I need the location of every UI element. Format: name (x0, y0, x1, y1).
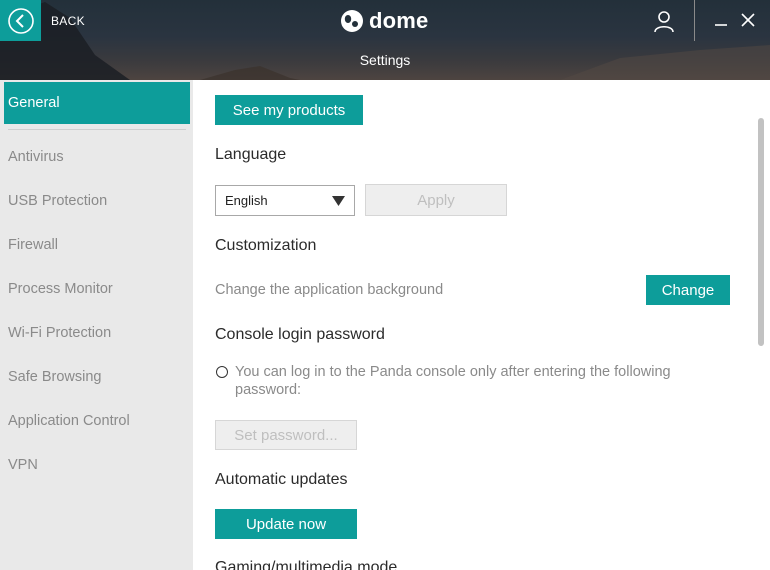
app-header: BACK dome Settings (0, 0, 770, 80)
content-scrollbar-thumb[interactable] (758, 118, 764, 346)
sidebar-item-usb-protection[interactable]: USB Protection (4, 180, 190, 222)
sidebar-divider (8, 129, 186, 130)
apply-language-button[interactable]: Apply (365, 184, 507, 216)
sidebar-item-firewall[interactable]: Firewall (4, 224, 190, 266)
console-password-radio[interactable] (216, 366, 228, 378)
console-password-section-title: Console login password (215, 326, 385, 343)
window-controls-divider (694, 0, 695, 41)
logo-text: dome (369, 8, 429, 33)
user-account-icon[interactable] (652, 9, 676, 33)
minimize-icon[interactable] (712, 10, 730, 30)
sidebar-item-wifi-protection[interactable]: Wi-Fi Protection (4, 312, 190, 354)
page-title: Settings (359, 52, 411, 68)
sidebar-item-process-monitor[interactable]: Process Monitor (4, 268, 190, 310)
settings-content-panel: See my products Language English Apply C… (193, 80, 752, 570)
update-now-button[interactable]: Update now (215, 509, 357, 539)
settings-sidebar: General Antivirus USB Protection Firewal… (0, 80, 193, 570)
language-select[interactable]: English (215, 185, 355, 216)
language-section-title: Language (215, 146, 287, 163)
automatic-updates-section-title: Automatic updates (215, 471, 348, 488)
change-background-label: Change the application background (215, 282, 444, 298)
sidebar-item-vpn[interactable]: VPN (4, 444, 190, 486)
see-my-products-button[interactable]: See my products (215, 95, 363, 125)
back-button[interactable] (0, 0, 41, 41)
chevron-left-icon (7, 7, 34, 34)
language-select-value: English (225, 193, 268, 208)
customization-section-title: Customization (215, 237, 317, 254)
caret-down-icon (332, 196, 345, 206)
sidebar-item-safe-browsing[interactable]: Safe Browsing (4, 356, 190, 398)
sidebar-item-general[interactable]: General (4, 82, 190, 124)
close-icon[interactable] (738, 10, 758, 30)
app-logo: dome (340, 8, 428, 34)
panda-logo-icon (341, 10, 363, 32)
change-background-button[interactable]: Change (646, 275, 730, 305)
sidebar-item-application-control[interactable]: Application Control (4, 400, 190, 442)
set-password-button[interactable]: Set password... (215, 420, 357, 450)
sidebar-item-antivirus[interactable]: Antivirus (4, 136, 190, 178)
console-password-option-label: You can log in to the Panda console only… (235, 364, 671, 398)
back-label[interactable]: BACK (51, 14, 85, 28)
gaming-mode-section-title: Gaming/multimedia mode (215, 559, 398, 570)
